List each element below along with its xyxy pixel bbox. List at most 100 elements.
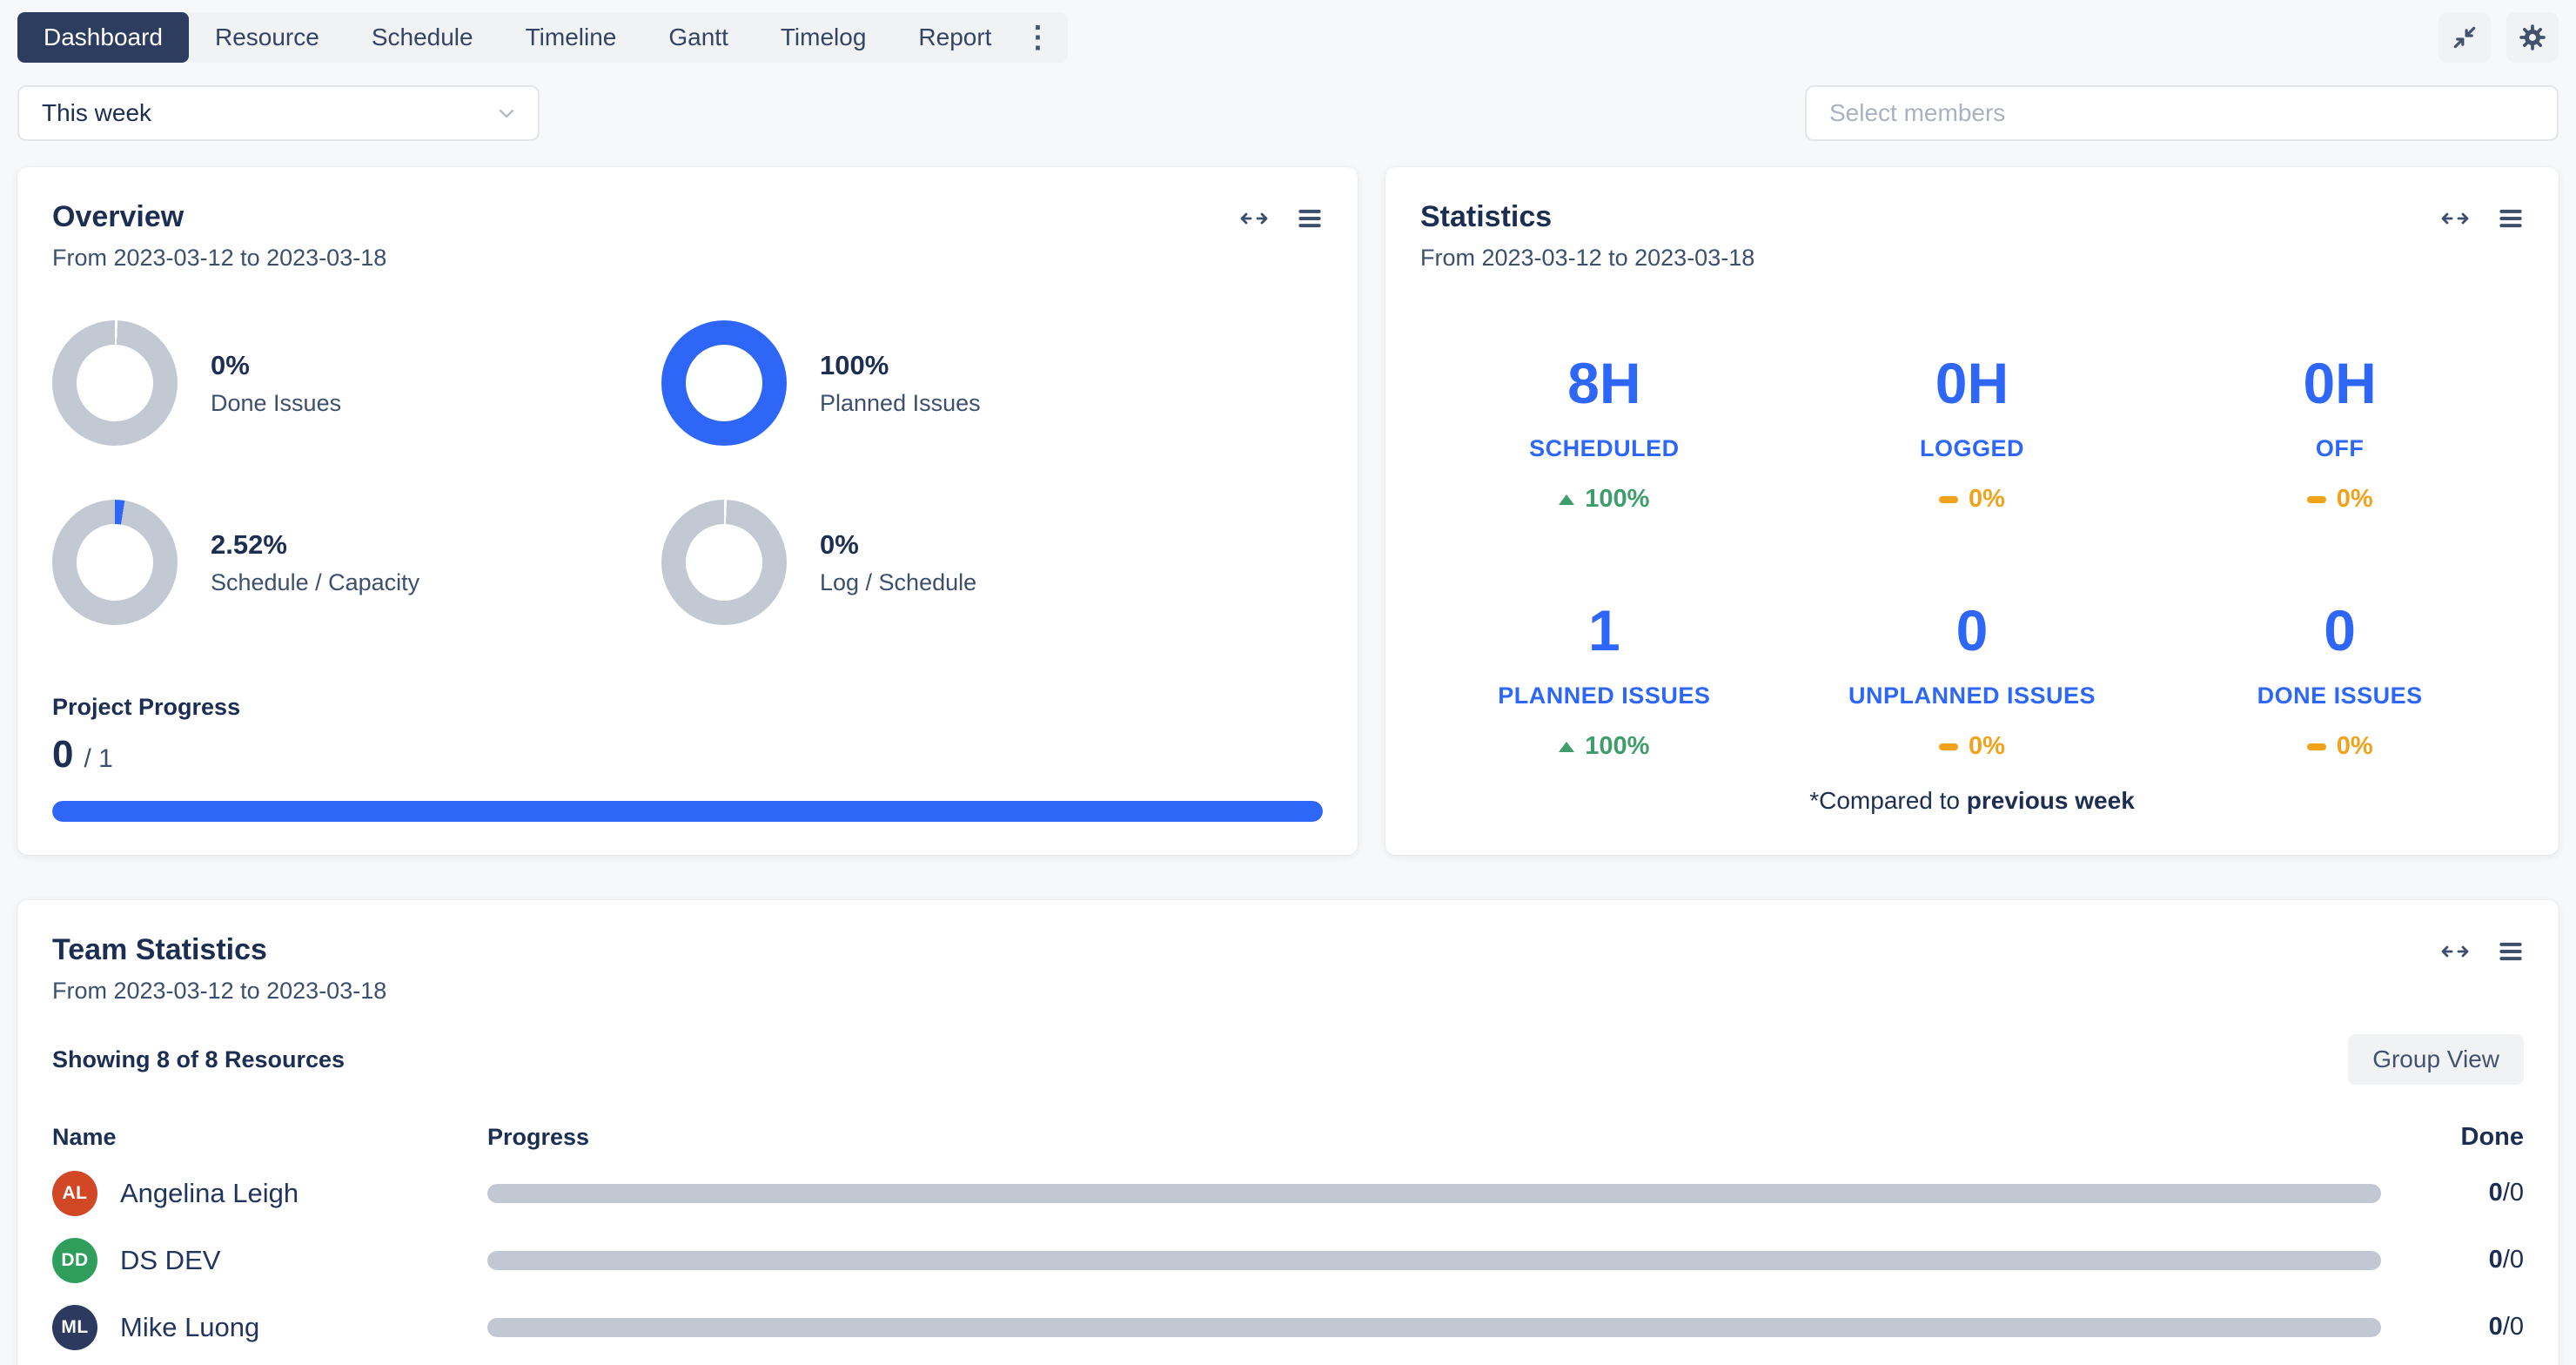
done-total: /0 [2503, 1246, 2524, 1274]
donut-done-issues: 0%Done Issues [52, 320, 661, 446]
stat-delta: 0% [1788, 485, 2157, 514]
donut-hole [686, 524, 762, 601]
stat-delta: 100% [1420, 732, 1788, 761]
trend-up-icon [1559, 494, 1574, 505]
team-header: Team Statistics From 2023-03-12 to 2023-… [52, 933, 2524, 1005]
collapse-view-button[interactable] [2438, 12, 2491, 63]
trend-up-icon [1559, 742, 1574, 752]
tab-dashboard[interactable]: Dashboard [17, 12, 189, 63]
stat-label: UNPLANNED ISSUES [1788, 682, 2157, 709]
donut-label: Planned Issues [820, 390, 981, 417]
donut-value: 2.52% [211, 529, 419, 561]
member-progress-bar [487, 1318, 2381, 1337]
team-rows: ALAngelina Leigh0/0DDDS DEV0/0MLMike Luo… [52, 1160, 2524, 1365]
column-header-progress: Progress [487, 1124, 2381, 1151]
project-progress-fill [52, 801, 1323, 822]
donut-hole [77, 345, 153, 421]
stat-value: 0 [1788, 597, 2157, 663]
avatar: AL [52, 1171, 97, 1216]
statistics-card: Statistics From 2023-03-12 to 2023-03-18… [1385, 167, 2559, 855]
stat-logged: 0HLOGGED0% [1788, 350, 2157, 514]
project-progress-label: Project Progress [52, 694, 1323, 721]
tab-gantt[interactable]: Gantt [642, 12, 754, 63]
column-header-done: Done [2419, 1123, 2524, 1152]
statistics-date-range: From 2023-03-12 to 2023-03-18 [1420, 245, 1754, 272]
card-menu-icon[interactable] [2498, 205, 2524, 232]
member-done-count: 0/0 [2419, 1179, 2524, 1207]
done-value: 0 [2489, 1179, 2503, 1207]
stat-delta: 0% [1788, 732, 2157, 761]
project-progress-done: 0 [52, 733, 73, 777]
card-menu-icon[interactable] [2498, 938, 2524, 965]
column-header-name: Name [52, 1124, 487, 1151]
done-value: 0 [2489, 1246, 2503, 1274]
expand-horizontal-icon[interactable] [1238, 207, 1271, 230]
period-select[interactable]: This week [17, 85, 540, 141]
overview-date-range: From 2023-03-12 to 2023-03-18 [52, 245, 386, 272]
donut-value: 0% [820, 529, 976, 561]
trend-flat-icon [2307, 496, 2326, 503]
stat-delta-value: 100% [1585, 732, 1649, 761]
stat-delta-value: 0% [1969, 732, 2005, 761]
card-menu-icon[interactable] [1297, 205, 1323, 232]
chevron-down-icon [494, 101, 519, 125]
donut-ring [661, 320, 787, 446]
statistics-header: Statistics From 2023-03-12 to 2023-03-18 [1420, 200, 2524, 272]
main-nav: DashboardResourceScheduleTimelineGanttTi… [17, 12, 1068, 63]
stat-delta-value: 100% [1585, 485, 1649, 514]
donut-planned-issues: 100% Planned Issues [661, 320, 1323, 446]
donut-label: Done Issues [211, 390, 341, 417]
member-progress-bar [487, 1251, 2381, 1270]
donut-label: Schedule / Capacity [211, 569, 419, 596]
stat-unplanned-issues: 0 UNPLANNED ISSUES 0% [1788, 597, 2157, 761]
stat-value: 0H [2156, 350, 2524, 416]
donut-ring [661, 500, 787, 625]
stat-delta: 0% [2156, 485, 2524, 514]
stat-label: OFF [2156, 435, 2524, 462]
donut-schedule-capacity: 2.52% Schedule / Capacity [52, 500, 661, 625]
group-view-button[interactable]: Group View [2348, 1034, 2524, 1085]
footnote-period: previous week [1967, 787, 2135, 814]
donut-value: 100% [820, 350, 981, 381]
tab-timelog[interactable]: Timelog [755, 12, 893, 63]
tab-timeline[interactable]: Timeline [500, 12, 643, 63]
footnote-prefix: *Compared to [1809, 787, 1967, 814]
team-row-shin-nagasada[interactable]: Shin Nagasada0/0 [52, 1361, 2524, 1365]
team-row-ds-dev[interactable]: DDDS DEV0/0 [52, 1227, 2524, 1294]
member-progress-bar [487, 1184, 2381, 1203]
expand-horizontal-icon[interactable] [2438, 207, 2472, 230]
select-members-input[interactable] [1805, 85, 2559, 141]
tab-resource[interactable]: Resource [189, 12, 345, 63]
stat-delta-value: 0% [2337, 485, 2373, 514]
donut-label: Log / Schedule [820, 569, 976, 596]
project-progress: Project Progress 0 / 1 [52, 694, 1323, 822]
collapse-arrows-icon [2451, 24, 2479, 51]
overview-card: Overview From 2023-03-12 to 2023-03-18 0… [17, 167, 1358, 855]
tab-report[interactable]: Report [892, 12, 1017, 63]
stat-value: 0H [1788, 350, 2157, 416]
member-name: Mike Luong [120, 1312, 259, 1343]
top-right-actions [2438, 12, 2559, 63]
project-progress-track [52, 801, 1323, 822]
top-bar: DashboardResourceScheduleTimelineGanttTi… [17, 12, 2559, 63]
gear-icon [2518, 23, 2547, 52]
team-table-header: Name Progress Done [52, 1114, 2524, 1160]
member-name: Angelina Leigh [120, 1178, 299, 1209]
trend-flat-icon [2307, 743, 2326, 750]
tab-schedule[interactable]: Schedule [345, 12, 500, 63]
stat-delta: 0% [2156, 732, 2524, 761]
stat-off: 0H OFF 0% [2156, 350, 2524, 514]
expand-horizontal-icon[interactable] [2438, 940, 2472, 963]
stat-value: 0 [2156, 597, 2524, 663]
trend-flat-icon [1939, 496, 1958, 503]
stat-delta-value: 0% [1969, 485, 2005, 514]
settings-button[interactable] [2506, 12, 2559, 63]
team-date-range: From 2023-03-12 to 2023-03-18 [52, 978, 386, 1005]
nav-more-button[interactable]: ⋮ [1017, 12, 1068, 63]
team-row-angelina-leigh[interactable]: AL Angelina Leigh 0/0 [52, 1160, 2524, 1227]
donut-ring [52, 500, 178, 625]
donut-hole [77, 524, 153, 601]
team-row-mike-luong[interactable]: MLMike Luong0/0 [52, 1294, 2524, 1361]
stat-planned-issues: 1PLANNED ISSUES100% [1420, 597, 1788, 761]
stat-delta-value: 0% [2337, 732, 2373, 761]
